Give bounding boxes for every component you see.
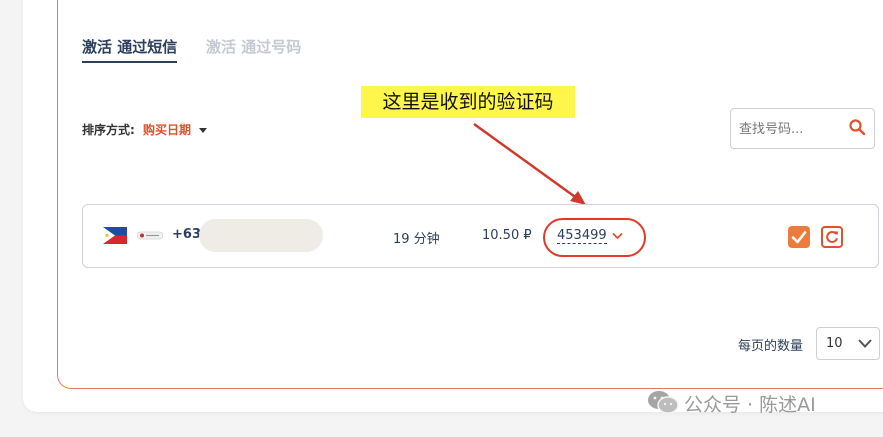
elapsed-time: 19 分钟 [393, 232, 440, 247]
complete-button[interactable] [788, 226, 810, 248]
chevron-down-icon [858, 339, 872, 348]
number-row: +63 19 分钟 10.50 ₽ 453499 [82, 204, 879, 268]
annotation-callout: 这里是收到的验证码 [361, 86, 575, 118]
sort-control[interactable]: 排序方式: 购买日期 [82, 121, 208, 138]
chevron-down-icon[interactable] [612, 232, 623, 240]
verification-code[interactable]: 453499 [557, 228, 607, 244]
activation-panel [57, 0, 883, 389]
tab-label: 激活 通过号码 [206, 38, 302, 56]
watermark-text: 公众号 · 陈述AI [684, 394, 816, 416]
check-icon [791, 231, 807, 244]
watermark: 公众号 · 陈述AI [646, 389, 816, 417]
page-size-select[interactable]: 10 [816, 327, 880, 360]
sort-label: 排序方式: [82, 123, 135, 137]
price: 10.50 ₽ [482, 228, 532, 243]
tab-activate-by-sms[interactable]: 激活 通过短信 [82, 36, 178, 63]
philippines-flag-icon [103, 227, 127, 244]
refresh-button[interactable] [821, 226, 843, 248]
operator-logo-icon [137, 231, 163, 240]
search-icon[interactable] [848, 118, 866, 136]
active-tab-underline [82, 61, 178, 63]
search-box[interactable] [730, 108, 875, 149]
country-prefix: +63 [172, 227, 201, 242]
wechat-icon [648, 391, 679, 414]
page-size-label: 每页的数量 [738, 339, 804, 354]
tab-label: 激活 通过短信 [82, 38, 178, 56]
redacted-phone-number [199, 219, 323, 252]
caret-down-icon [199, 128, 208, 133]
page-size-value: 10 [826, 336, 843, 351]
tab-activate-by-number[interactable]: 激活 通过号码 [206, 36, 301, 57]
search-input[interactable] [739, 119, 839, 139]
refresh-icon [826, 230, 839, 243]
sort-value[interactable]: 购买日期 [143, 123, 191, 137]
